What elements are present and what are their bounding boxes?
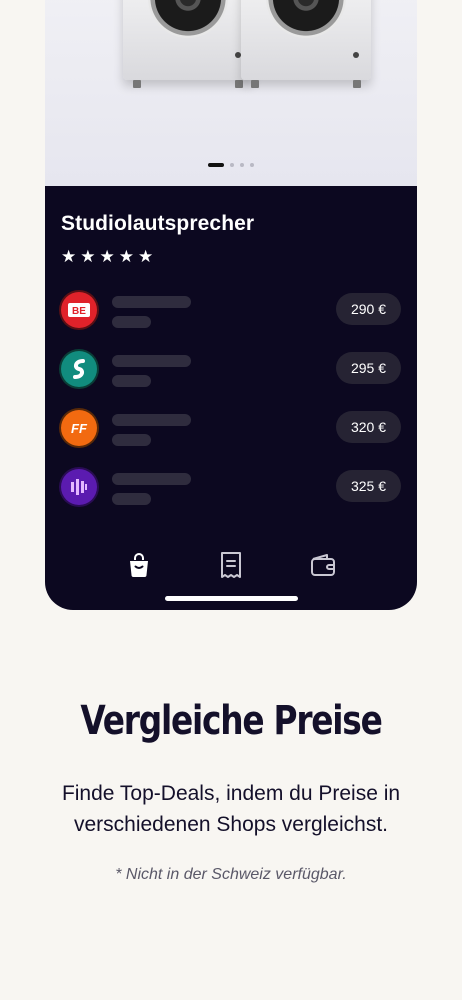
phone-mockup: Studiolautsprecher ★ ★ ★ ★ ★ BE 290 € 29… bbox=[45, 0, 417, 610]
star-icon: ★ bbox=[61, 247, 77, 266]
home-indicator bbox=[165, 596, 298, 601]
shop-name-placeholder bbox=[112, 355, 191, 367]
product-title: Studiolautsprecher bbox=[61, 212, 255, 235]
marketing-subline: Finde Top-Deals, indem du Preise in vers… bbox=[0, 778, 462, 840]
tab-wallet[interactable] bbox=[309, 550, 337, 580]
shop-logo-red-icon: BE bbox=[61, 292, 97, 328]
shop-detail-placeholder bbox=[112, 316, 151, 328]
shop-name-placeholder bbox=[112, 473, 191, 485]
carousel-dot-active[interactable] bbox=[208, 163, 224, 167]
shop-logo-teal-icon bbox=[61, 351, 97, 387]
shop-logo-purple-icon bbox=[61, 469, 97, 505]
svg-text:BE: BE bbox=[72, 306, 86, 317]
offer-row[interactable]: 295 € bbox=[61, 351, 401, 410]
offer-row[interactable]: BE 290 € bbox=[61, 292, 401, 351]
offer-list: BE 290 € 295 € FF 320 € 325 € bbox=[61, 292, 401, 528]
price-pill[interactable]: 325 € bbox=[335, 470, 401, 502]
shopping-bag-icon bbox=[130, 553, 148, 577]
carousel-dot[interactable] bbox=[240, 163, 244, 167]
tab-receipts[interactable] bbox=[217, 550, 245, 580]
price-pill[interactable]: 295 € bbox=[335, 352, 401, 384]
carousel-dot[interactable] bbox=[250, 163, 254, 167]
shop-detail-placeholder bbox=[112, 434, 151, 446]
carousel-indicator[interactable] bbox=[45, 163, 417, 167]
subline-line-2: verschiedenen Shops vergleichst. bbox=[73, 813, 388, 836]
shop-name-placeholder bbox=[112, 414, 191, 426]
carousel-dot[interactable] bbox=[230, 163, 234, 167]
star-icon: ★ bbox=[80, 247, 96, 266]
star-icon: ★ bbox=[138, 247, 154, 266]
shop-logo-orange-icon: FF bbox=[61, 410, 97, 446]
star-icon: ★ bbox=[99, 247, 115, 266]
price-pill[interactable]: 320 € bbox=[335, 411, 401, 443]
star-icon: ★ bbox=[118, 247, 134, 266]
shop-detail-placeholder bbox=[112, 493, 151, 505]
svg-text:FF: FF bbox=[71, 421, 88, 435]
marketing-headline: Vergleiche Preise bbox=[80, 698, 382, 744]
wallet-icon bbox=[311, 554, 335, 576]
speaker-image-left bbox=[123, 0, 253, 88]
offer-row[interactable]: FF 320 € bbox=[61, 410, 401, 469]
subline-line-1: Finde Top-Deals, indem du Preise in bbox=[61, 782, 401, 805]
bottom-tab-bar bbox=[45, 550, 417, 580]
shop-detail-placeholder bbox=[112, 375, 151, 387]
shop-name-placeholder bbox=[112, 296, 191, 308]
product-image-carousel[interactable] bbox=[45, 0, 417, 186]
tab-shop[interactable] bbox=[125, 550, 153, 580]
rating-stars: ★ ★ ★ ★ ★ bbox=[61, 248, 153, 265]
offer-row[interactable]: 325 € bbox=[61, 469, 401, 528]
price-pill[interactable]: 290 € bbox=[335, 293, 401, 325]
receipt-icon bbox=[221, 552, 241, 578]
speaker-image-right bbox=[241, 0, 371, 88]
availability-note: * Nicht in der Schweiz verfügbar. bbox=[115, 866, 347, 883]
